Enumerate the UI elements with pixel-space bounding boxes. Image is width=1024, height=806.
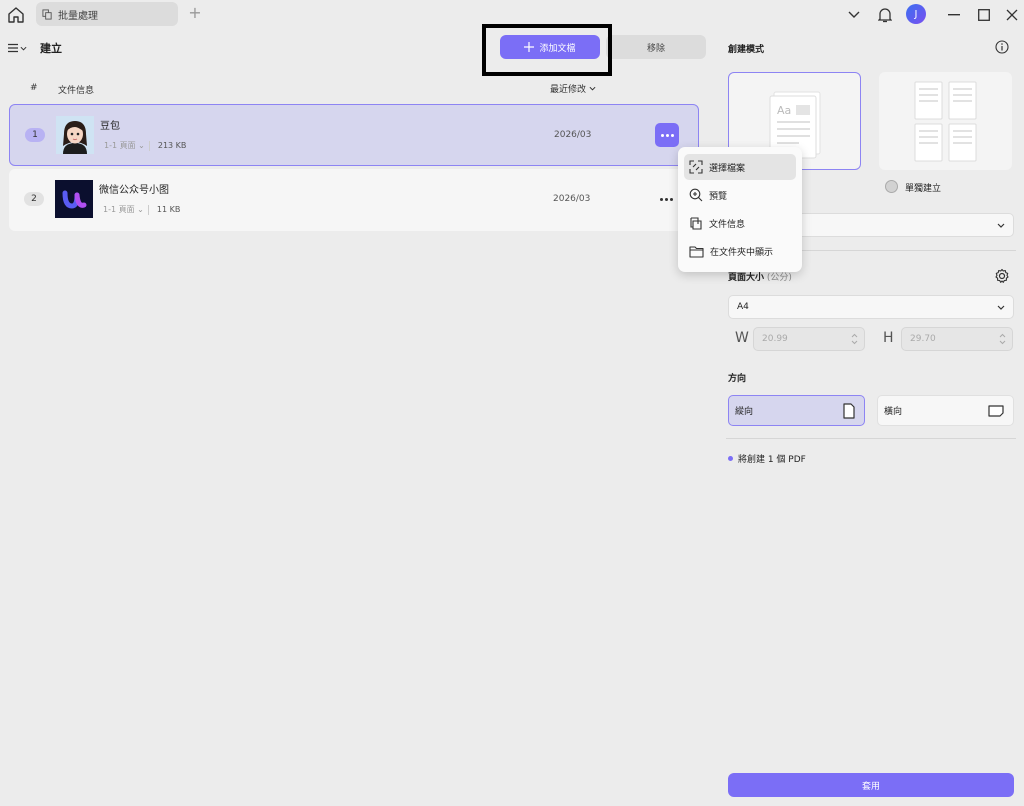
chevron-down-icon	[20, 46, 27, 51]
file-size: 11 KB	[156, 205, 181, 214]
file-list-pane: 建立 添加文檔 移除 # 文件信息 最近修改 1 豆包 1-1 頁面 ⌄ 213…	[0, 24, 713, 806]
more-options-button[interactable]	[654, 187, 678, 211]
height-label: H	[883, 330, 894, 346]
summary-text: 將創建 1 個 PDF	[738, 455, 806, 465]
menu-item-file-info[interactable]: 文件信息	[684, 210, 796, 236]
pane-title: 建立	[40, 42, 62, 55]
menu-item-select-file[interactable]: 選擇檔案	[684, 154, 796, 180]
more-dots-icon	[664, 197, 668, 201]
column-number: #	[30, 83, 38, 93]
menu-item-show-in-folder[interactable]: 在文件夾中顯示	[684, 238, 796, 264]
column-last-modified-label: 最近修改	[550, 85, 587, 95]
column-last-modified[interactable]: 最近修改	[550, 82, 596, 95]
orientation-portrait-button[interactable]: 縱向	[728, 395, 865, 426]
maximize-icon[interactable]	[974, 5, 994, 25]
page-range-select[interactable]: 1-1 頁面 ⌄	[104, 140, 145, 151]
mode-single-radio[interactable]	[885, 180, 898, 193]
new-tab-button[interactable]: +	[186, 3, 204, 23]
menu-item-preview[interactable]: 預覽	[684, 182, 796, 208]
svg-text:Aa: Aa	[777, 104, 791, 117]
table-row[interactable]: 1 豆包 1-1 頁面 ⌄ 213 KB 2026/03	[9, 104, 699, 166]
more-dots-icon	[669, 197, 673, 201]
page-size-select[interactable]: A4	[728, 295, 1014, 319]
file-thumbnail	[56, 116, 94, 154]
column-file-info: 文件信息	[58, 86, 95, 96]
chevron-down-icon[interactable]	[844, 5, 864, 25]
creation-mode-title: 創建模式	[728, 45, 765, 55]
width-value: 20.99	[762, 334, 788, 344]
row-number: 1	[25, 128, 45, 142]
more-dots-icon	[660, 133, 664, 137]
mode-single-card[interactable]	[879, 72, 1012, 170]
info-icon[interactable]	[995, 40, 1009, 54]
home-icon[interactable]	[6, 5, 26, 25]
page-range-select[interactable]: 1-1 頁面 ⌄	[103, 204, 144, 215]
modified-date: 2026/03	[553, 194, 591, 204]
menu-item-label: 文件信息	[709, 219, 746, 230]
orientation-title: 方向	[728, 374, 747, 384]
menu-item-label: 在文件夾中顯示	[710, 247, 774, 258]
height-value: 29.70	[910, 334, 936, 344]
context-menu: 選擇檔案 預覽 文件信息 在文件夾中顯示	[678, 147, 802, 272]
tab-label: 批量處理	[58, 10, 98, 22]
file-thumbnail	[55, 180, 93, 218]
menu-item-label: 預覽	[709, 191, 728, 202]
more-dots-icon	[665, 133, 669, 137]
swap-file-icon	[689, 160, 703, 174]
tab-batch-process[interactable]: 批量處理	[36, 2, 178, 26]
modified-date: 2026/03	[554, 130, 592, 140]
bullet-dot-icon	[728, 456, 733, 461]
mode-single-label: 單獨建立	[905, 184, 942, 194]
zoom-in-icon	[689, 188, 703, 202]
file-size: 213 KB	[157, 141, 187, 150]
separate-documents-icon	[914, 81, 977, 162]
row-number: 2	[24, 192, 44, 206]
page-size-value: A4	[737, 302, 749, 312]
orientation-landscape-button[interactable]: 橫向	[877, 395, 1014, 426]
summary-line: 將創建 1 個 PDF	[728, 452, 806, 465]
view-menu-toggle[interactable]	[8, 41, 30, 55]
menu-item-label: 選擇檔案	[709, 163, 746, 174]
chevron-down-icon	[997, 305, 1005, 310]
chevron-down-icon	[589, 86, 596, 91]
portrait-label: 縱向	[735, 407, 754, 417]
file-name: 豆包	[100, 121, 120, 132]
page-range: 1-1 頁面	[104, 141, 136, 150]
user-avatar[interactable]: J	[906, 4, 926, 24]
table-row[interactable]: 2 微信公众号小图 1-1 頁面 ⌄ 11 KB 2026/03	[9, 169, 699, 231]
more-dots-icon	[670, 133, 674, 137]
portrait-page-icon	[843, 402, 855, 419]
more-options-button[interactable]	[655, 123, 679, 147]
apply-button[interactable]: 套用	[728, 773, 1014, 797]
landscape-label: 橫向	[884, 407, 903, 417]
width-label: W	[735, 330, 749, 346]
list-icon	[8, 43, 18, 53]
file-name: 微信公众号小图	[99, 185, 169, 196]
file-meta: 1-1 頁面 ⌄ 11 KB	[103, 204, 180, 215]
remove-button[interactable]: 移除	[606, 35, 706, 59]
highlight-box	[482, 24, 612, 76]
divider	[147, 204, 149, 215]
file-info-icon	[689, 216, 703, 230]
more-dots-icon	[659, 197, 663, 201]
file-meta: 1-1 頁面 ⌄ 213 KB	[104, 140, 186, 151]
page-size-unit: (公分)	[766, 273, 792, 283]
landscape-page-icon	[988, 404, 1004, 417]
batch-icon	[42, 8, 53, 20]
width-input[interactable]: 20.99	[753, 327, 865, 351]
page-range: 1-1 頁面	[103, 205, 135, 214]
stepper-icon[interactable]	[999, 333, 1006, 345]
bell-icon[interactable]	[875, 5, 895, 25]
page-size-label: 頁面大小	[728, 273, 765, 283]
chevron-down-icon	[997, 223, 1005, 228]
folder-icon	[689, 245, 704, 258]
close-icon[interactable]	[1002, 5, 1022, 25]
height-input[interactable]: 29.70	[901, 327, 1013, 351]
divider	[726, 438, 1016, 439]
stepper-icon[interactable]	[851, 333, 858, 345]
divider	[148, 140, 150, 151]
minimize-icon[interactable]	[944, 5, 964, 25]
settings-gear-icon[interactable]	[994, 268, 1010, 284]
